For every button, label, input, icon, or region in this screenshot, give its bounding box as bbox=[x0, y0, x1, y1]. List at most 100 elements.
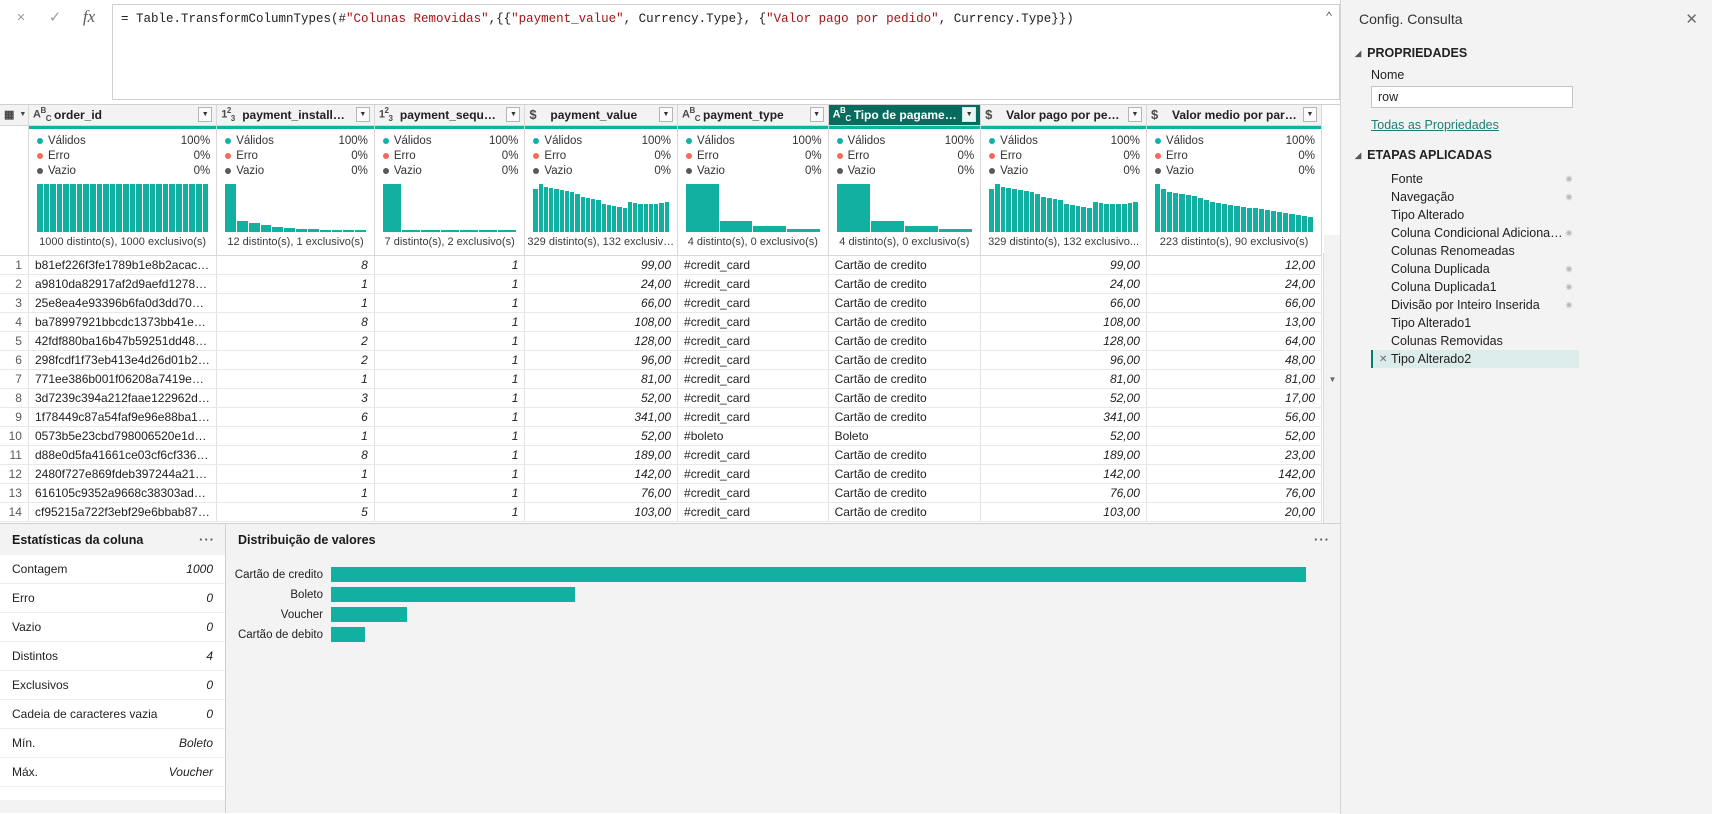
applied-step-item[interactable]: Coluna Condicional Adicionada ✷ bbox=[1371, 224, 1579, 242]
cell-sequential[interactable]: 1 bbox=[374, 312, 526, 332]
all-properties-link[interactable]: Todas as Propriedades bbox=[1371, 118, 1499, 132]
table-row[interactable]: 13616105c9352a9668c38303ad44e05...1176,0… bbox=[0, 483, 1323, 503]
cell-payment_value[interactable]: 108,00 bbox=[524, 312, 679, 332]
column-header-tipo-de-pagamento[interactable]: ABC Tipo de pagamento ▼ bbox=[828, 105, 982, 126]
cell-payment_value[interactable]: 189,00 bbox=[524, 445, 679, 465]
cell-tipo[interactable]: Cartão de credito bbox=[828, 255, 982, 275]
cell-payment_type[interactable]: #credit_card bbox=[677, 274, 829, 294]
cell-order_id[interactable]: 0573b5e23cbd798006520e1d5b4c6... bbox=[28, 426, 218, 446]
cell-payment_type[interactable]: #credit_card bbox=[677, 445, 829, 465]
delete-step-icon[interactable]: ✕ bbox=[1379, 354, 1391, 365]
column-header-valor-pago-por-pedido[interactable]: $ Valor pago por pedido ▼ bbox=[980, 105, 1147, 126]
cell-payment_type[interactable]: #credit_card bbox=[677, 388, 829, 408]
gear-icon[interactable]: ✷ bbox=[1563, 191, 1575, 204]
cell-valor_pago[interactable]: 103,00 bbox=[980, 502, 1147, 522]
cell-order_id[interactable]: 3d7239c394a212faae122962df514ac7 bbox=[28, 388, 218, 408]
cell-valor_medio[interactable]: 23,00 bbox=[1146, 445, 1323, 465]
cell-sequential[interactable]: 1 bbox=[374, 464, 526, 484]
gear-icon[interactable]: ✷ bbox=[1563, 281, 1575, 294]
cell-sequential[interactable]: 1 bbox=[374, 445, 526, 465]
grid-vertical-scrollbar[interactable]: ▲ ▼ bbox=[1323, 235, 1340, 523]
cell-valor_medio[interactable]: 56,00 bbox=[1146, 407, 1323, 427]
cell-payment_type[interactable]: #boleto bbox=[677, 426, 829, 446]
cell-order_id[interactable]: 1f78449c87a54faf9e96e88ba1491fa9 bbox=[28, 407, 218, 427]
table-row[interactable]: 2 a9810da82917af2d9aefd1278f1dcfa0 1 1 24,00… bbox=[0, 274, 1323, 294]
cell-tipo[interactable]: Cartão de credito bbox=[828, 388, 982, 408]
cell-sequential[interactable]: 1 bbox=[374, 407, 526, 427]
column-filter-dropdown-icon[interactable]: ▼ bbox=[355, 107, 370, 123]
cell-sequential[interactable]: 1 bbox=[374, 483, 526, 503]
cell-valor_pago[interactable]: 96,00 bbox=[980, 350, 1147, 370]
cell-valor_pago[interactable]: 108,00 bbox=[980, 312, 1147, 332]
column-filter-dropdown-icon[interactable]: ▼ bbox=[1127, 107, 1142, 123]
value-distribution-menu-icon[interactable]: ··· bbox=[1314, 532, 1330, 547]
cell-sequential[interactable]: 1 bbox=[374, 255, 526, 275]
cell-order_id[interactable]: b81ef226f3fe1789b1e8b2acac839d17 bbox=[28, 255, 218, 275]
applied-step-item[interactable]: Colunas Removidas bbox=[1371, 332, 1579, 350]
cell-payment_type[interactable]: #credit_card bbox=[677, 293, 829, 313]
column-filter-dropdown-icon[interactable]: ▼ bbox=[659, 107, 674, 123]
cell-tipo[interactable]: Cartão de credito bbox=[828, 274, 982, 294]
table-row[interactable]: 83d7239c394a212faae122962df514ac73152,00… bbox=[0, 388, 1323, 408]
cell-installments[interactable]: 1 bbox=[216, 483, 375, 503]
cell-valor_pago[interactable]: 81,00 bbox=[980, 369, 1147, 389]
gear-icon[interactable]: ✷ bbox=[1563, 263, 1575, 276]
cell-payment_value[interactable]: 96,00 bbox=[524, 350, 679, 370]
cell-tipo[interactable]: Cartão de credito bbox=[828, 369, 982, 389]
scroll-down-arrow-icon[interactable]: ▼ bbox=[1324, 235, 1340, 523]
cell-tipo[interactable]: Cartão de credito bbox=[828, 483, 982, 503]
cell-tipo[interactable]: Cartão de credito bbox=[828, 445, 982, 465]
distribution-bar[interactable] bbox=[331, 567, 1306, 582]
cell-sequential[interactable]: 1 bbox=[374, 502, 526, 522]
cell-payment_value[interactable]: 81,00 bbox=[524, 369, 679, 389]
table-row[interactable]: 7771ee386b001f06208a7419e4fc1bb...1181,0… bbox=[0, 369, 1323, 389]
cell-valor_pago[interactable]: 142,00 bbox=[980, 464, 1147, 484]
cell-payment_type[interactable]: #credit_card bbox=[677, 483, 829, 503]
cell-payment_type[interactable]: #credit_card bbox=[677, 369, 829, 389]
formula-input[interactable]: = Table.TransformColumnTypes(#"Colunas R… bbox=[112, 4, 1340, 100]
distribution-bar[interactable] bbox=[331, 607, 407, 622]
column-filter-dropdown-icon[interactable]: ▼ bbox=[506, 107, 521, 123]
cell-installments[interactable]: 2 bbox=[216, 331, 375, 351]
applied-step-item[interactable]: Navegação ✷ bbox=[1371, 188, 1579, 206]
applied-step-item[interactable]: Divisão por Inteiro Inserida ✷ bbox=[1371, 296, 1579, 314]
cell-installments[interactable]: 6 bbox=[216, 407, 375, 427]
cell-tipo[interactable]: Cartão de credito bbox=[828, 293, 982, 313]
select-all-table-icon[interactable]: ▦ ▼ bbox=[0, 105, 29, 126]
chevron-up-icon[interactable]: ⌃ bbox=[1325, 9, 1333, 26]
cell-order_id[interactable]: a9810da82917af2d9aefd1278f1dcfa0 bbox=[28, 274, 218, 294]
cell-valor_medio[interactable]: 12,00 bbox=[1146, 255, 1323, 275]
cell-valor_medio[interactable]: 13,00 bbox=[1146, 312, 1323, 332]
close-icon[interactable]: ✕ bbox=[1685, 10, 1698, 28]
cell-valor_pago[interactable]: 52,00 bbox=[980, 426, 1147, 446]
cell-valor_medio[interactable]: 24,00 bbox=[1146, 274, 1323, 294]
cell-payment_value[interactable]: 24,00 bbox=[524, 274, 679, 294]
cell-payment_value[interactable]: 52,00 bbox=[524, 426, 679, 446]
applied-step-item[interactable]: ✕ Tipo Alterado2 bbox=[1371, 350, 1579, 368]
cell-payment_value[interactable]: 66,00 bbox=[524, 293, 679, 313]
cell-payment_value[interactable]: 99,00 bbox=[524, 255, 679, 275]
cell-sequential[interactable]: 1 bbox=[374, 331, 526, 351]
column-filter-dropdown-icon[interactable]: ▼ bbox=[809, 107, 824, 123]
cell-installments[interactable]: 2 bbox=[216, 350, 375, 370]
cell-payment_type[interactable]: #credit_card bbox=[677, 502, 829, 522]
cell-sequential[interactable]: 1 bbox=[374, 369, 526, 389]
cell-installments[interactable]: 8 bbox=[216, 255, 375, 275]
cell-payment_value[interactable]: 52,00 bbox=[524, 388, 679, 408]
properties-section-header[interactable]: ◢ PROPRIEDADES bbox=[1355, 42, 1694, 66]
cell-payment_type[interactable]: #credit_card bbox=[677, 255, 829, 275]
cell-valor_medio[interactable]: 66,00 bbox=[1146, 293, 1323, 313]
gear-icon[interactable]: ✷ bbox=[1563, 227, 1575, 240]
gear-icon[interactable]: ✷ bbox=[1563, 173, 1575, 186]
cell-order_id[interactable]: 298fcdf1f73eb413e4d26d01b25bc1cd bbox=[28, 350, 218, 370]
cell-valor_pago[interactable]: 76,00 bbox=[980, 483, 1147, 503]
cell-sequential[interactable]: 1 bbox=[374, 274, 526, 294]
table-row[interactable]: 325e8ea4e93396b6fa0d3dd708e76c1...1166,0… bbox=[0, 293, 1323, 313]
distribution-bar[interactable] bbox=[331, 627, 365, 642]
cell-valor_medio[interactable]: 76,00 bbox=[1146, 483, 1323, 503]
cell-installments[interactable]: 1 bbox=[216, 274, 375, 294]
cell-payment_type[interactable]: #credit_card bbox=[677, 407, 829, 427]
table-row[interactable]: 542fdf880ba16b47b59251dd489d444...21128,… bbox=[0, 331, 1323, 351]
cell-payment_value[interactable]: 142,00 bbox=[524, 464, 679, 484]
applied-step-item[interactable]: Tipo Alterado bbox=[1371, 206, 1579, 224]
